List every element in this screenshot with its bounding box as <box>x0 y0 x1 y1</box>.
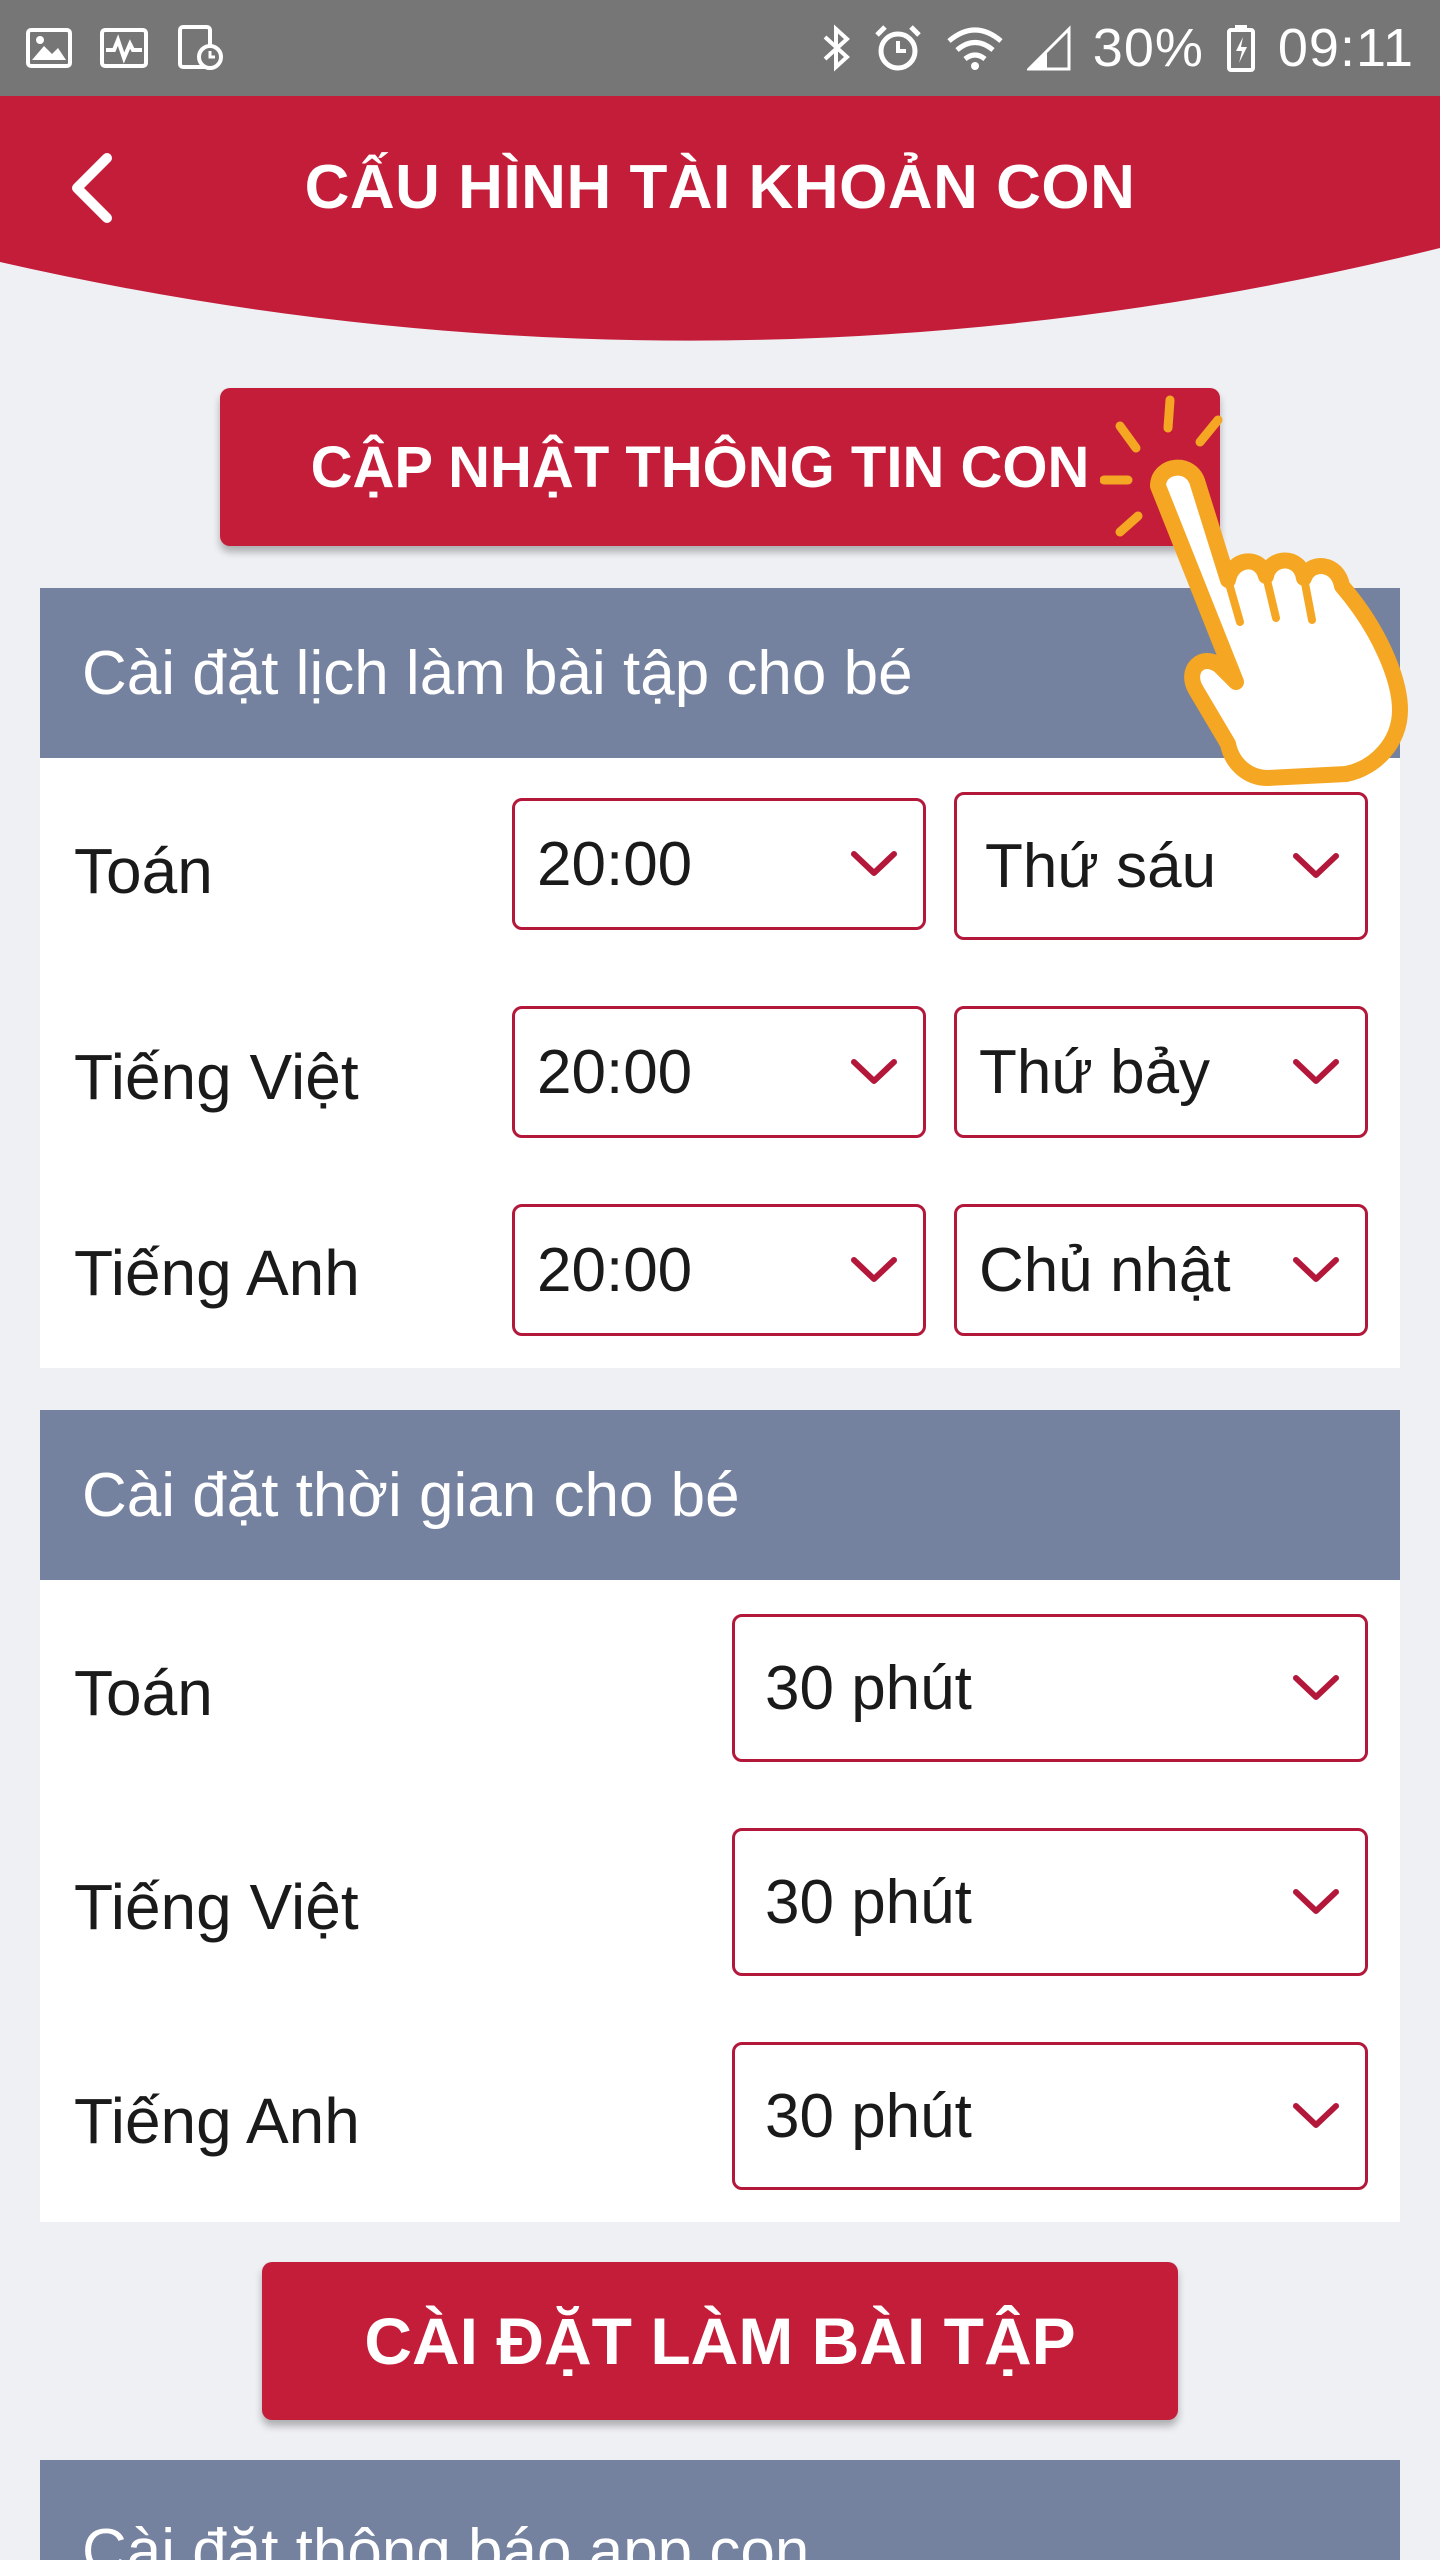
signal-icon <box>1026 25 1071 71</box>
chevron-down-icon <box>839 849 909 879</box>
duration-row-subject: Toán <box>74 1657 213 1729</box>
chevron-down-icon <box>839 1057 909 1087</box>
duration-select[interactable]: 30 phút <box>732 1614 1368 1762</box>
duration-select[interactable]: 30 phút <box>732 2042 1368 2190</box>
status-bar-left <box>26 25 224 71</box>
app-header: CẤU HÌNH TÀI KHOẢN CON <box>0 96 1440 356</box>
alarm-icon <box>873 23 923 73</box>
schedule-time-select[interactable]: 20:00 <box>512 1204 926 1336</box>
page-title: CẤU HÌNH TÀI KHOẢN CON <box>304 153 1136 222</box>
set-homework-label: CÀI ĐẶT LÀM BÀI TẬP <box>364 2304 1076 2378</box>
pointing-hand-icon <box>1100 395 1408 786</box>
update-child-info-button[interactable]: CẬP NHẬT THÔNG TIN CON <box>220 388 1220 546</box>
schedule-day-select[interactable]: Chủ nhật <box>954 1204 1368 1336</box>
tap-ray <box>1163 395 1175 433</box>
schedule-row-subject: Tiếng Anh <box>74 1237 360 1309</box>
schedule-day-value: Thứ sáu <box>985 831 1217 901</box>
schedule-day-value: Thứ bảy <box>979 1037 1211 1107</box>
image-icon <box>26 28 72 68</box>
status-bar: 30% 09:11 <box>0 0 1440 96</box>
schedule-section-body: Toán 20:00 Thứ sáu Tiếng Việt 20:00 Thứ … <box>40 758 1400 1368</box>
duration-value: 30 phút <box>765 2081 972 2151</box>
schedule-row-subject: Toán <box>74 835 213 907</box>
screen: 30% 09:11 CẤU HÌNH TÀI KHOẢN CON CẬP NHẬ… <box>0 0 1440 2560</box>
activity-icon <box>100 28 148 68</box>
chevron-down-icon <box>1281 851 1351 881</box>
duration-value: 30 phút <box>765 1867 972 1937</box>
chevron-down-icon <box>1281 1673 1351 1703</box>
status-bar-right: 30% 09:11 <box>821 17 1414 79</box>
battery-percent: 30% <box>1092 18 1204 78</box>
notification-section-header[interactable]: Cài đặt thông báo app con <box>40 2460 1400 2560</box>
header-background <box>0 96 1440 341</box>
update-child-info-label: CẬP NHẬT THÔNG TIN CON <box>310 434 1090 500</box>
bluetooth-icon <box>821 23 851 73</box>
chevron-down-icon <box>839 1255 909 1285</box>
tap-ray <box>1115 511 1143 537</box>
duration-section-header: Cài đặt thời gian cho bé <box>40 1410 1400 1580</box>
notification-section-title: Cài đặt thông báo app con <box>82 2517 810 2560</box>
chevron-down-icon <box>1281 1057 1351 1087</box>
schedule-time-value: 20:00 <box>537 1235 693 1305</box>
tap-ray <box>1115 421 1141 453</box>
schedule-day-select[interactable]: Thứ sáu <box>954 792 1368 940</box>
tap-ray <box>1195 415 1223 447</box>
chevron-down-icon <box>1281 1255 1351 1285</box>
schedule-row-subject: Tiếng Việt <box>74 1041 359 1113</box>
clock-time: 09:11 <box>1277 18 1414 78</box>
schedule-time-select[interactable]: 20:00 <box>512 1006 926 1138</box>
chevron-down-icon <box>1281 2101 1351 2131</box>
battery-icon <box>1226 23 1256 73</box>
schedule-time-value: 20:00 <box>537 829 693 899</box>
screen-clock-icon <box>176 25 224 71</box>
wifi-icon <box>945 25 1005 71</box>
schedule-day-value: Chủ nhật <box>979 1235 1231 1305</box>
chevron-down-icon <box>1281 1887 1351 1917</box>
duration-section-body: Toán 30 phút Tiếng Việt 30 phút Tiếng An… <box>40 1580 1400 2222</box>
duration-section-title: Cài đặt thời gian cho bé <box>82 1460 740 1530</box>
duration-value: 30 phút <box>765 1653 972 1723</box>
duration-select[interactable]: 30 phút <box>732 1828 1368 1976</box>
duration-row-subject: Tiếng Anh <box>74 2085 360 2157</box>
duration-row-subject: Tiếng Việt <box>74 1871 359 1943</box>
set-homework-button[interactable]: CÀI ĐẶT LÀM BÀI TẬP <box>262 2262 1178 2420</box>
schedule-section-title: Cài đặt lịch làm bài tập cho bé <box>82 638 913 708</box>
schedule-time-value: 20:00 <box>537 1037 693 1107</box>
schedule-time-select[interactable]: 20:00 <box>512 798 926 930</box>
schedule-day-select[interactable]: Thứ bảy <box>954 1006 1368 1138</box>
